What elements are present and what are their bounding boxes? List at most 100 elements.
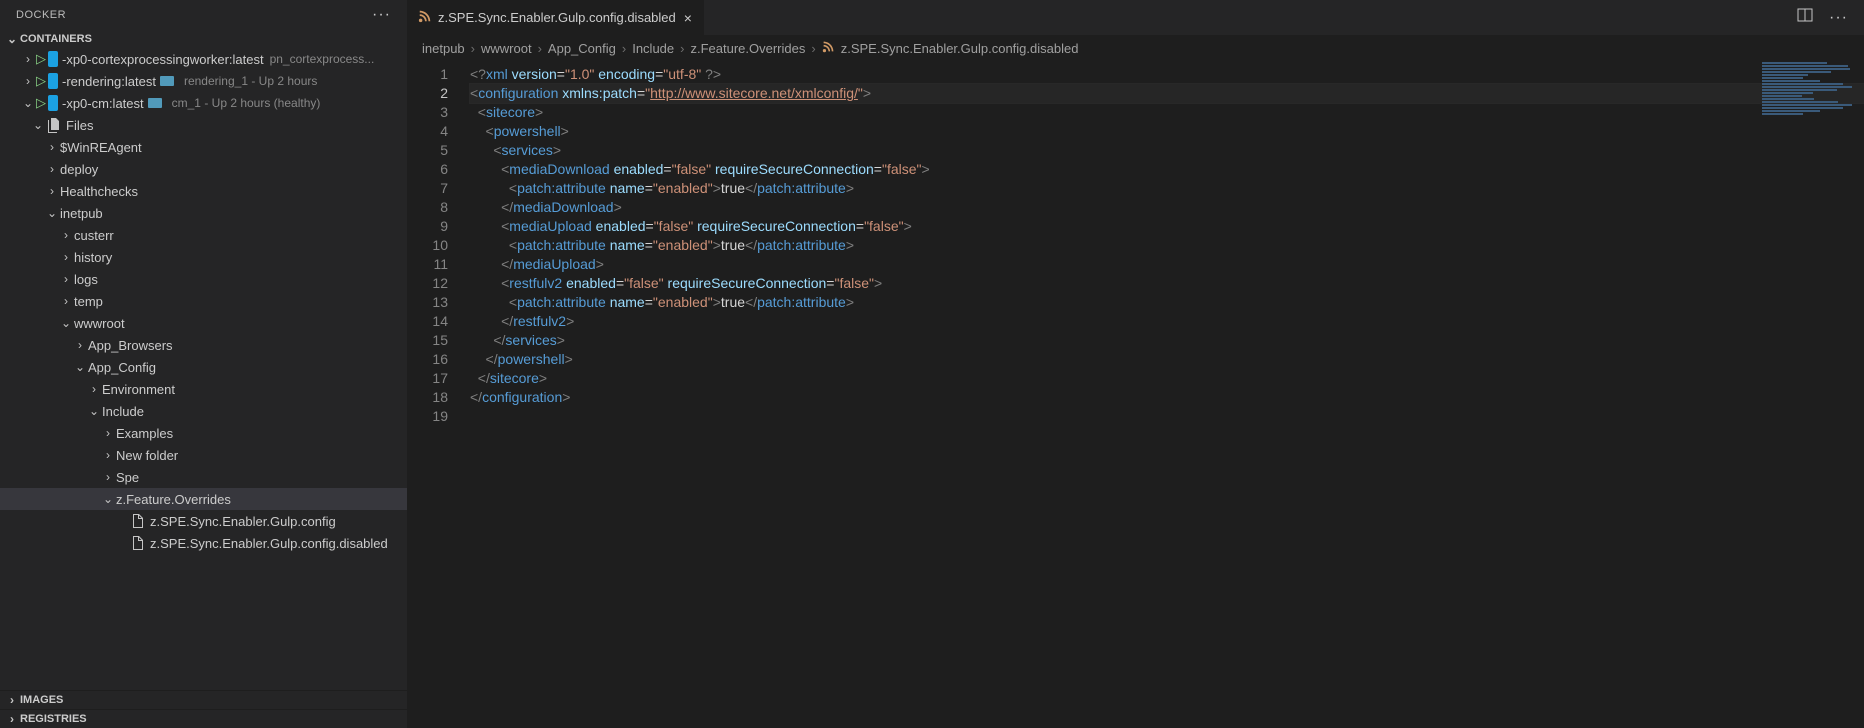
container-meta: rendering_1 - Up 2 hours [184,74,317,88]
code-line[interactable]: <?xml version="1.0" encoding="utf-8" ?> [470,65,1864,84]
minimap-line [1762,86,1852,88]
breadcrumb-item[interactable]: wwwroot [481,41,532,56]
code-line[interactable]: </configuration> [470,388,1864,407]
code-line[interactable]: </mediaUpload> [470,255,1864,274]
tree-item-label: New folder [116,448,178,463]
code-line[interactable]: <mediaUpload enabled="false" requireSecu… [470,217,1864,236]
code-line[interactable]: </services> [470,331,1864,350]
folder-item[interactable]: ⌄wwwroot [0,312,407,334]
code-line[interactable]: <patch:attribute name="enabled">true</pa… [470,293,1864,312]
tree-item-label: inetpub [60,206,103,221]
code-line[interactable]: </mediaDownload> [470,198,1864,217]
file-item[interactable]: z.SPE.Sync.Enabler.Gulp.config.disabled [0,532,407,554]
line-gutter: 12345678910111213141516171819 [408,61,466,728]
minimap-line [1762,98,1814,100]
line-number: 18 [408,388,448,407]
folder-item[interactable]: ›$WinREAgent [0,136,407,158]
tree-item-label: $WinREAgent [60,140,142,155]
images-section-header[interactable]: › IMAGES [0,690,407,709]
tree-item-label: z.SPE.Sync.Enabler.Gulp.config [150,514,336,529]
minimap[interactable] [1762,61,1852,121]
folder-item[interactable]: ›history [0,246,407,268]
minimap-line [1762,80,1820,82]
minimap-line [1762,95,1802,97]
minimap-line [1762,110,1820,112]
tree-item-label: logs [74,272,98,287]
line-number: 4 [408,122,448,141]
chevron-down-icon: ⌄ [30,118,46,132]
sidebar-title: DOCKER [16,9,66,21]
code-line[interactable]: <configuration xmlns:patch="http://www.s… [470,84,1864,103]
containers-section-header[interactable]: ⌄ CONTAINERS [0,30,407,48]
close-icon[interactable]: × [682,8,694,28]
folder-item[interactable]: ⌄Files [0,114,407,136]
folder-item[interactable]: ›temp [0,290,407,312]
tree-item-label: Healthchecks [60,184,138,199]
folder-item[interactable]: ›Spe [0,466,407,488]
minimap-line [1762,113,1803,115]
breadcrumb-item[interactable]: inetpub [422,41,465,56]
code-line[interactable]: <powershell> [470,122,1864,141]
chevron-right-icon: › [58,272,74,286]
breadcrumb-item[interactable]: Include [632,41,674,56]
tree-item-label: z.Feature.Overrides [116,492,231,507]
chevron-right-icon: › [58,228,74,242]
code-line[interactable]: <services> [470,141,1864,160]
code-line[interactable]: </sitecore> [470,369,1864,388]
folder-item[interactable]: ›logs [0,268,407,290]
folder-item[interactable]: ⌄z.Feature.Overrides [0,488,407,510]
container-name: -xp0-cm:latest [62,96,144,111]
tab-bar: z.SPE.Sync.Enabler.Gulp.config.disabled … [408,0,1864,35]
rss-icon [418,9,432,26]
breadcrumb-item[interactable]: App_Config [548,41,616,56]
editor-tab[interactable]: z.SPE.Sync.Enabler.Gulp.config.disabled … [408,0,705,35]
minimap-line [1762,107,1843,109]
minimap-line [1762,62,1827,64]
folder-item[interactable]: ›App_Browsers [0,334,407,356]
registries-section-header[interactable]: › REGISTRIES [0,709,407,728]
minimap-line [1762,89,1837,91]
code-line[interactable]: <sitecore> [470,103,1864,122]
editor-more-icon[interactable]: ··· [1825,7,1852,29]
scrollbar[interactable] [1852,61,1862,728]
file-item[interactable]: z.SPE.Sync.Enabler.Gulp.config [0,510,407,532]
docker-sidebar: DOCKER ··· ⌄ CONTAINERS › ▷ -xp0-cortexp… [0,0,408,728]
folder-item[interactable]: ›New folder [0,444,407,466]
code-line[interactable] [470,407,1864,426]
breadcrumb-item[interactable]: z.Feature.Overrides [690,41,805,56]
split-editor-icon[interactable] [1797,7,1813,28]
code-line[interactable]: <patch:attribute name="enabled">true</pa… [470,179,1864,198]
breadcrumb[interactable]: inetpub› wwwroot› App_Config› Include› z… [408,35,1864,61]
container-row[interactable]: › ▷ -xp0-cortexprocessingworker:latest p… [0,48,407,70]
folder-item[interactable]: ⌄App_Config [0,356,407,378]
folder-item[interactable]: ›Examples [0,422,407,444]
folder-item[interactable]: ⌄Include [0,400,407,422]
container-name: -xp0-cortexprocessingworker:latest [62,52,264,67]
folder-item[interactable]: ›Healthchecks [0,180,407,202]
code-content[interactable]: <?xml version="1.0" encoding="utf-8" ?><… [466,61,1864,728]
folder-item[interactable]: ›Environment [0,378,407,400]
sidebar-more-icon[interactable]: ··· [368,4,395,26]
code-line[interactable]: <mediaDownload enabled="false" requireSe… [470,160,1864,179]
container-row[interactable]: › ▷ -rendering:latest rendering_1 - Up 2… [0,70,407,92]
folder-item[interactable]: ›deploy [0,158,407,180]
code-line[interactable]: </powershell> [470,350,1864,369]
chevron-down-icon: ⌄ [86,404,102,418]
editor-pane: z.SPE.Sync.Enabler.Gulp.config.disabled … [408,0,1864,728]
whale-icon [160,76,174,86]
play-icon: ▷ [36,73,46,89]
folder-item[interactable]: ›custerr [0,224,407,246]
breadcrumb-item[interactable]: z.SPE.Sync.Enabler.Gulp.config.disabled [841,41,1079,56]
line-number: 6 [408,160,448,179]
line-number: 13 [408,293,448,312]
chevron-right-icon: › [58,294,74,308]
code-line[interactable]: </restfulv2> [470,312,1864,331]
rss-icon [822,40,835,56]
code-editor[interactable]: 12345678910111213141516171819 <?xml vers… [408,61,1864,728]
folder-item[interactable]: ⌄inetpub [0,202,407,224]
code-line[interactable]: <patch:attribute name="enabled">true</pa… [470,236,1864,255]
container-row[interactable]: ⌄ ▷ -xp0-cm:latest cm_1 - Up 2 hours (he… [0,92,407,114]
whale-icon [148,98,162,108]
line-number: 14 [408,312,448,331]
code-line[interactable]: <restfulv2 enabled="false" requireSecure… [470,274,1864,293]
